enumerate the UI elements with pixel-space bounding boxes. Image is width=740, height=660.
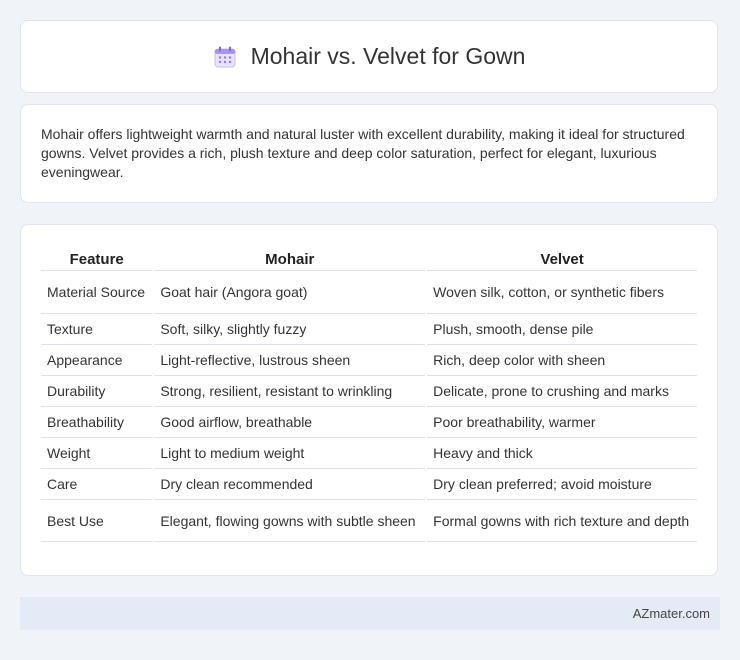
feature-cell: Texture [41, 314, 153, 345]
title-card: Mohair vs. Velvet for Gown [20, 20, 718, 93]
velvet-cell: Heavy and thick [427, 438, 697, 469]
table-row: Durability Strong, resilient, resistant … [41, 376, 697, 407]
footer-brand: AZmater.com [632, 606, 710, 621]
feature-cell: Care [41, 469, 153, 500]
header-velvet: Velvet [427, 245, 697, 271]
mohair-cell: Good airflow, breathable [154, 407, 426, 438]
table-header-row: Feature Mohair Velvet [41, 245, 697, 271]
header-feature: Feature [41, 245, 153, 271]
mohair-cell: Soft, silky, slightly fuzzy [154, 314, 426, 345]
description-card: Mohair offers lightweight warmth and nat… [20, 104, 718, 203]
mohair-cell: Dry clean recommended [154, 469, 426, 500]
table-row: Texture Soft, silky, slightly fuzzy Plus… [41, 314, 697, 345]
mohair-cell: Elegant, flowing gowns with subtle sheen [154, 500, 426, 542]
velvet-cell: Plush, smooth, dense pile [427, 314, 697, 345]
velvet-cell: Woven silk, cotton, or synthetic fibers [427, 271, 697, 314]
feature-cell: Material Source [41, 271, 153, 314]
comparison-table: Feature Mohair Velvet Material Source Go… [39, 245, 699, 542]
velvet-cell: Formal gowns with rich texture and depth [427, 500, 697, 542]
mohair-cell: Goat hair (Angora goat) [154, 271, 426, 314]
mohair-cell: Strong, resilient, resistant to wrinklin… [154, 376, 426, 407]
velvet-cell: Poor breathability, warmer [427, 407, 697, 438]
velvet-cell: Delicate, prone to crushing and marks [427, 376, 697, 407]
table-row: Material Source Goat hair (Angora goat) … [41, 271, 697, 314]
description-text: Mohair offers lightweight warmth and nat… [41, 126, 685, 180]
velvet-cell: Dry clean preferred; avoid moisture [427, 469, 697, 500]
table-row: Appearance Light-reflective, lustrous sh… [41, 345, 697, 376]
page-title: Mohair vs. Velvet for Gown [250, 43, 526, 69]
feature-cell: Durability [41, 376, 153, 407]
feature-cell: Best Use [41, 500, 153, 542]
header-mohair: Mohair [154, 245, 426, 271]
feature-cell: Appearance [41, 345, 153, 376]
table-row: Weight Light to medium weight Heavy and … [41, 438, 697, 469]
table-row: Breathability Good airflow, breathable P… [41, 407, 697, 438]
calendar-icon [213, 45, 237, 69]
velvet-cell: Rich, deep color with sheen [427, 345, 697, 376]
feature-cell: Breathability [41, 407, 153, 438]
table-row: Care Dry clean recommended Dry clean pre… [41, 469, 697, 500]
table-row: Best Use Elegant, flowing gowns with sub… [41, 500, 697, 542]
comparison-card: Feature Mohair Velvet Material Source Go… [20, 224, 718, 576]
mohair-cell: Light-reflective, lustrous sheen [154, 345, 426, 376]
feature-cell: Weight [41, 438, 153, 469]
footer-bar: AZmater.com [20, 597, 720, 630]
mohair-cell: Light to medium weight [154, 438, 426, 469]
